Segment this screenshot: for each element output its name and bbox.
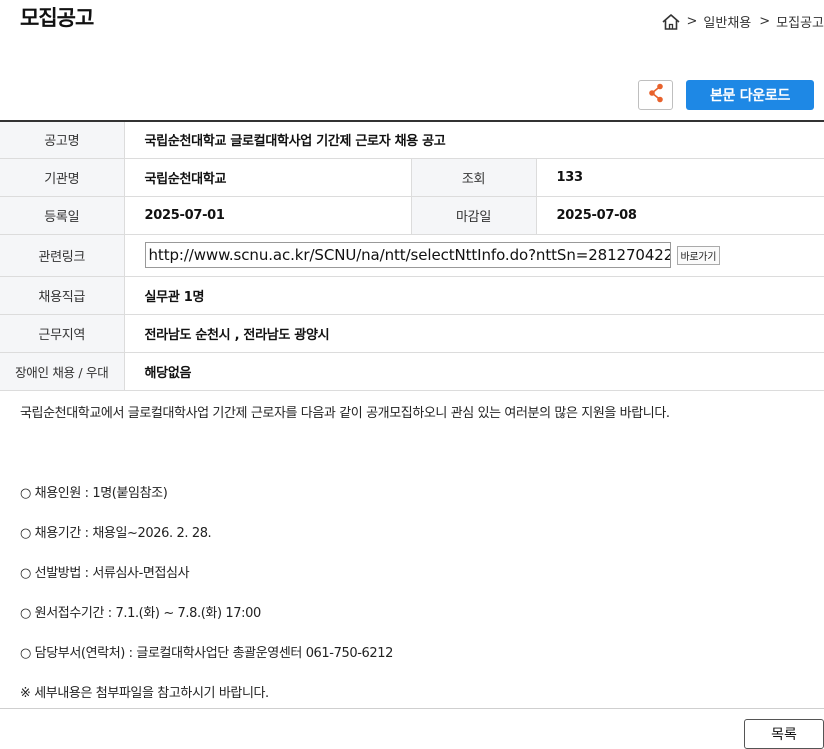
disabled-hiring-label: 장애인 채용 / 우대 — [0, 352, 125, 391]
download-body-button[interactable]: 본문 다운로드 — [686, 80, 814, 110]
table-row: 관련링크 http://www.scnu.ac.kr/SCNU/na/ntt/s… — [0, 234, 824, 277]
page-title: 모집공고 — [20, 6, 94, 30]
notice-note: ※ 세부내용은 첨부파일을 참고하시기 바랍니다. — [20, 686, 269, 701]
organization-value: 국립순천대학교 — [124, 158, 411, 197]
table-row: 장애인 채용 / 우대 해당없음 — [0, 352, 824, 391]
list-item: ○ 선발방법 : 서류심사-면접심사 — [20, 566, 190, 581]
table-row: 채용직급 실무관 1명 — [0, 276, 824, 315]
deadline-label: 마감일 — [410, 196, 537, 235]
breadcrumb-separator: > — [759, 14, 771, 29]
notice-title-value: 국립순천대학교 글로컬대학사업 기간제 근로자 채용 공고 — [124, 121, 824, 159]
registered-date-label: 등록일 — [0, 196, 125, 235]
table-row: 근무지역 전라남도 순천시 , 전라남도 광양시 — [0, 314, 824, 353]
list-item: ○ 담당부서(연락처) : 글로컬대학사업단 총괄운영센터 061-750-62… — [20, 646, 393, 661]
notice-info-table: 공고명 국립순천대학교 글로컬대학사업 기간제 근로자 채용 공고 기관명 국립… — [0, 120, 824, 391]
breadcrumb-item-general-hiring[interactable]: 일반채용 — [703, 12, 751, 31]
breadcrumb-separator: > — [686, 14, 698, 29]
divider — [0, 708, 824, 709]
related-link-field[interactable]: http://www.scnu.ac.kr/SCNU/na/ntt/select… — [144, 242, 671, 268]
breadcrumb-item-recruitment-notice[interactable]: 모집공고 — [776, 12, 824, 31]
views-label: 조회 — [410, 158, 537, 197]
work-location-label: 근무지역 — [0, 314, 125, 353]
home-icon[interactable] — [661, 13, 681, 31]
work-location-value: 전라남도 순천시 , 전라남도 광양시 — [124, 314, 824, 353]
list-item: ○ 원서접수기간 : 7.1.(화) ~ 7.8.(화) 17:00 — [20, 606, 261, 621]
views-value: 133 — [536, 158, 824, 197]
table-row: 등록일 2025-07-01 마감일 2025-07-08 — [0, 196, 824, 235]
list-item: ○ 채용인원 : 1명(붙임참조) — [20, 486, 168, 501]
position-value: 실무관 1명 — [124, 276, 824, 315]
goto-link-button[interactable]: 바로가기 — [676, 245, 721, 265]
organization-label: 기관명 — [0, 158, 125, 197]
position-label: 채용직급 — [0, 276, 125, 315]
share-button[interactable] — [638, 80, 673, 110]
registered-date-value: 2025-07-01 — [124, 196, 411, 235]
table-row: 공고명 국립순천대학교 글로컬대학사업 기간제 근로자 채용 공고 — [0, 121, 824, 159]
related-link-label: 관련링크 — [0, 234, 125, 277]
breadcrumb: > 일반채용 > 모집공고 — [661, 12, 824, 31]
share-icon — [648, 83, 664, 107]
disabled-hiring-value: 해당없음 — [124, 352, 824, 391]
notice-title-label: 공고명 — [0, 121, 125, 159]
list-item: ○ 채용기간 : 채용일~2026. 2. 28. — [20, 526, 212, 541]
deadline-value: 2025-07-08 — [536, 196, 824, 235]
table-row: 기관명 국립순천대학교 조회 133 — [0, 158, 824, 197]
related-link-cell: http://www.scnu.ac.kr/SCNU/na/ntt/select… — [124, 234, 824, 277]
list-button[interactable]: 목록 — [744, 719, 824, 749]
notice-intro: 국립순천대학교에서 글로컬대학사업 기간제 근로자를 다음과 같이 공개모집하오… — [20, 406, 670, 421]
